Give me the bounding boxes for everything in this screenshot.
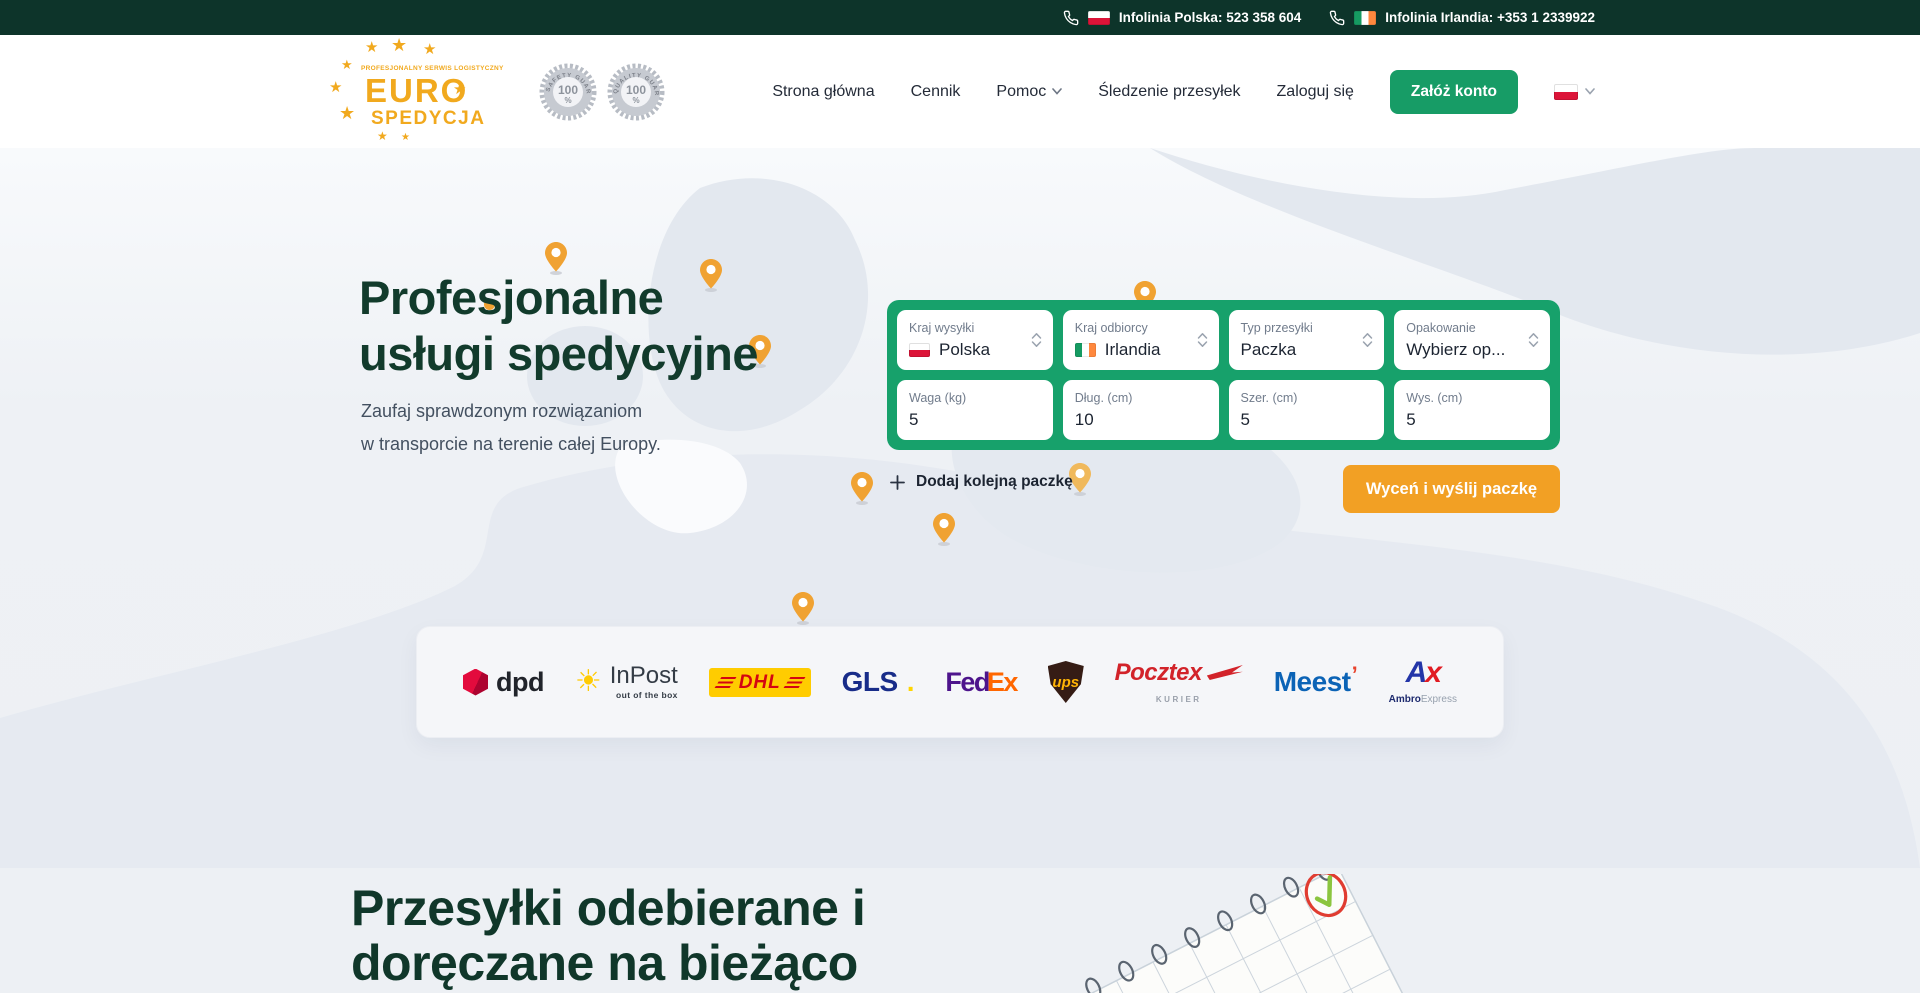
select-packaging[interactable]: Opakowanie Wybierz op... [1394, 310, 1550, 370]
main-nav: Strona główna Cennik Pomoc Śledzenie prz… [772, 70, 1595, 114]
nav-help[interactable]: Pomoc [996, 83, 1062, 101]
hotline-poland-label: Infolinia Polska: 523 358 604 [1119, 10, 1301, 25]
nav-home[interactable]: Strona główna [772, 83, 874, 101]
calendar-notebook-illustration [1040, 874, 1440, 993]
dpd-logo: dpd [463, 667, 544, 698]
inpost-sun-icon: ☀ [575, 667, 602, 697]
pocztex-logo: Pocztex KURIER [1115, 661, 1243, 704]
star-icon: ★ [341, 58, 353, 71]
section2-title: Przesyłki odebierane i doręczane na bież… [351, 881, 865, 991]
nav-login[interactable]: Zaloguj się [1277, 83, 1354, 101]
ambro-express-logo: Ax AmbroExpress [1389, 659, 1457, 705]
topbar: Infolinia Polska: 523 358 604 Infolinia … [0, 0, 1920, 35]
phone-icon [1329, 10, 1345, 26]
ups-shield-icon: ups [1048, 661, 1084, 703]
star-icon: ★ [401, 133, 410, 143]
svg-text:%: % [632, 96, 639, 105]
dhl-logo: DHL [709, 668, 811, 697]
hero-title: Profesjonalne usługi spedycyjne [359, 270, 758, 382]
nav-pricing[interactable]: Cennik [911, 83, 961, 101]
star-icon: ★ [339, 104, 355, 122]
hotline-ireland-label: Infolinia Irlandia: +353 1 2339922 [1385, 10, 1595, 25]
poland-flag-icon [909, 343, 930, 357]
star-icon: ★ [423, 42, 436, 57]
hotline-ireland[interactable]: Infolinia Irlandia: +353 1 2339922 [1329, 10, 1595, 26]
add-package-link[interactable]: Dodaj kolejną paczkę [890, 473, 1073, 491]
europe-map [0, 148, 1920, 868]
map-pin-icon [851, 472, 873, 505]
select-arrows-icon [1362, 332, 1373, 348]
language-selector[interactable] [1554, 84, 1595, 100]
hero-subtitle: Zaufaj sprawdzonym rozwiązaniom w transp… [361, 395, 661, 461]
dpd-cube-icon [463, 669, 488, 696]
carrier-logos-strip: dpd ☀ InPostout of the box DHL GLS. FedE… [416, 626, 1504, 738]
height-input[interactable]: Wys. (cm) 5 [1394, 380, 1550, 440]
pocztex-swoosh-icon [1207, 665, 1243, 680]
safety-guarantee-badge: SAFETY GUARANTEE 100 % [539, 63, 597, 121]
hero-section: Profesjonalne usługi spedycyjne Zaufaj s… [0, 148, 1920, 993]
quote-form: Kraj wysyłki Polska Kraj odbiorcy Irland… [887, 300, 1560, 450]
dhl-stripes-icon [714, 677, 736, 688]
plus-icon [890, 475, 905, 490]
logo-tagline: PROFESJONALNY SERWIS LOGISTYCZNY [361, 65, 504, 72]
dhl-stripes-icon [783, 677, 805, 688]
star-icon: ★ [391, 36, 407, 54]
weight-input[interactable]: Waga (kg) 5 [897, 380, 1053, 440]
hotline-poland[interactable]: Infolinia Polska: 523 358 604 [1063, 10, 1301, 26]
width-input[interactable]: Szer. (cm) 5 [1229, 380, 1385, 440]
inpost-logo: ☀ InPostout of the box [575, 664, 678, 700]
svg-text:%: % [564, 96, 571, 105]
signup-button[interactable]: Załóż konto [1390, 70, 1518, 114]
select-destination-country[interactable]: Kraj odbiorcy Irlandia [1063, 310, 1219, 370]
logo-name-line1: EURO [365, 72, 468, 110]
select-shipment-type[interactable]: Typ przesyłki Paczka [1229, 310, 1385, 370]
length-input[interactable]: Dług. (cm) 10 [1063, 380, 1219, 440]
company-logo[interactable]: ★ ★ ★ ★ ★ ★ ★ ★ ★ PROFESJONALNY SERWIS L… [325, 40, 483, 144]
meest-logo: Meest’ [1274, 666, 1358, 698]
svg-text:100: 100 [626, 83, 646, 97]
ireland-flag-icon [1075, 343, 1096, 357]
nav-tracking[interactable]: Śledzenie przesyłek [1098, 83, 1240, 101]
quote-submit-button[interactable]: Wyceń i wyślij paczkę [1343, 465, 1560, 513]
select-arrows-icon [1197, 332, 1208, 348]
logo-name-line2: SPEDYCJA [371, 108, 485, 130]
map-pin-icon [933, 513, 955, 546]
fedex-logo: FedEx [945, 667, 1017, 698]
map-pin-icon [792, 592, 814, 625]
quality-guarantee-badge: QUALITY GUARANTEE 100 % [607, 63, 665, 121]
star-icon: ★ [377, 130, 388, 142]
phone-icon [1063, 10, 1079, 26]
chevron-down-icon [1052, 88, 1062, 95]
svg-text:100: 100 [558, 83, 578, 97]
star-icon: ★ [329, 80, 342, 95]
poland-flag-icon [1088, 11, 1110, 25]
poland-flag-icon [1554, 84, 1578, 100]
gls-logo: GLS. [842, 666, 915, 698]
ups-logo: ups [1048, 661, 1084, 703]
chevron-down-icon [1585, 88, 1595, 95]
select-origin-country[interactable]: Kraj wysyłki Polska [897, 310, 1053, 370]
quality-badges: SAFETY GUARANTEE 100 % QUALITY GUARANTEE… [539, 63, 665, 121]
select-arrows-icon [1031, 332, 1042, 348]
star-icon: ★ [365, 40, 378, 55]
ireland-flag-icon [1354, 11, 1376, 25]
select-arrows-icon [1528, 332, 1539, 348]
header: ★ ★ ★ ★ ★ ★ ★ ★ ★ PROFESJONALNY SERWIS L… [0, 35, 1920, 148]
